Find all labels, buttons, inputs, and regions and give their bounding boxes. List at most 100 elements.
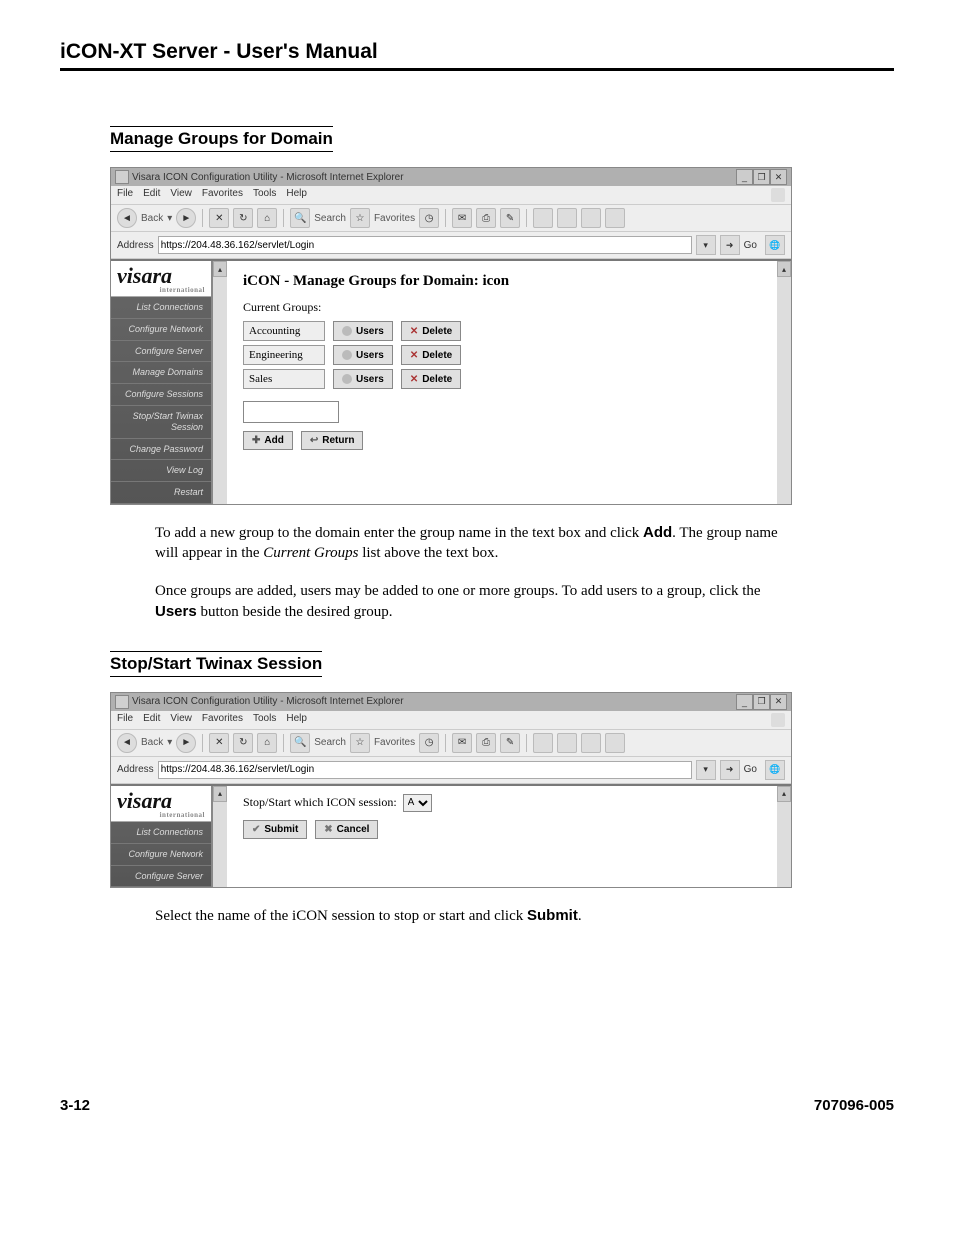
history-icon[interactable]: ◷	[419, 733, 439, 753]
links-icon[interactable]: 🌐	[765, 760, 785, 780]
delete-button[interactable]: ✕Delete	[401, 345, 461, 365]
refresh-button[interactable]: ↻	[233, 733, 253, 753]
sidebar-item-stop-start-twinax[interactable]: Stop/Start Twinax Session	[111, 406, 211, 439]
content-scrollbar[interactable]: ▴	[777, 261, 791, 504]
address-input[interactable]	[158, 761, 692, 779]
submit-button[interactable]: Submit	[243, 820, 307, 839]
add-button[interactable]: Add	[243, 431, 293, 450]
sidebar-item-configure-server[interactable]: Configure Server	[111, 341, 211, 363]
back-dropdown-icon[interactable]: ▾	[167, 737, 172, 748]
sidebar-item-restart[interactable]: Restart	[111, 482, 211, 504]
favorites-icon[interactable]: ☆	[350, 733, 370, 753]
users-button[interactable]: Users	[333, 369, 393, 389]
address-dropdown-icon[interactable]: ▾	[696, 235, 716, 255]
menu-view[interactable]: View	[170, 188, 192, 202]
go-button[interactable]: ➜	[720, 760, 740, 780]
sidebar-item-configure-sessions[interactable]: Configure Sessions	[111, 384, 211, 406]
users-button[interactable]: Users	[333, 321, 393, 341]
scroll-up-icon[interactable]: ▴	[213, 786, 227, 802]
menu-help[interactable]: Help	[286, 713, 307, 727]
session-select[interactable]: A	[403, 794, 432, 812]
return-icon	[310, 435, 318, 446]
section-title-stop-start: Stop/Start Twinax Session	[110, 651, 322, 677]
close-button[interactable]: ✕	[770, 169, 787, 185]
print-icon[interactable]: ⎙	[476, 208, 496, 228]
print-icon[interactable]: ⎙	[476, 733, 496, 753]
maximize-button[interactable]: ❐	[753, 169, 770, 185]
sidebar-scrollbar[interactable]: ▴	[213, 261, 227, 504]
sidebar-item-manage-domains[interactable]: Manage Domains	[111, 362, 211, 384]
menu-tools[interactable]: Tools	[253, 713, 276, 727]
tool-icon-3[interactable]	[581, 208, 601, 228]
window-title: Visara ICON Configuration Utility - Micr…	[132, 172, 404, 183]
menu-tools[interactable]: Tools	[253, 188, 276, 202]
content-title: iCON - Manage Groups for Domain: icon	[243, 273, 761, 290]
menu-file[interactable]: File	[117, 188, 133, 202]
menu-favorites[interactable]: Favorites	[202, 188, 243, 202]
tool-icon-4[interactable]	[605, 733, 625, 753]
go-label: Go	[744, 764, 757, 775]
forward-button[interactable]: ►	[176, 733, 196, 753]
minimize-button[interactable]: _	[736, 694, 753, 710]
return-button[interactable]: Return	[301, 431, 364, 450]
links-icon[interactable]: 🌐	[765, 235, 785, 255]
content-scrollbar[interactable]: ▴	[777, 786, 791, 887]
tool-icon-2[interactable]	[557, 733, 577, 753]
users-icon	[342, 326, 352, 336]
history-icon[interactable]: ◷	[419, 208, 439, 228]
stop-button[interactable]: ✕	[209, 733, 229, 753]
close-button[interactable]: ✕	[770, 694, 787, 710]
scroll-up-icon[interactable]: ▴	[777, 786, 791, 802]
scroll-up-icon[interactable]: ▴	[213, 261, 227, 277]
brand-logo: visara international	[111, 786, 211, 822]
stop-button[interactable]: ✕	[209, 208, 229, 228]
address-dropdown-icon[interactable]: ▾	[696, 760, 716, 780]
sidebar-item-configure-network[interactable]: Configure Network	[111, 319, 211, 341]
back-button[interactable]: ◄	[117, 733, 137, 753]
menu-view[interactable]: View	[170, 713, 192, 727]
sidebar-scrollbar[interactable]: ▴	[213, 786, 227, 887]
menu-file[interactable]: File	[117, 713, 133, 727]
favorites-icon[interactable]: ☆	[350, 208, 370, 228]
search-icon[interactable]: 🔍	[290, 733, 310, 753]
sidebar-item-view-log[interactable]: View Log	[111, 460, 211, 482]
edit-icon[interactable]: ✎	[500, 733, 520, 753]
back-dropdown-icon[interactable]: ▾	[167, 213, 172, 224]
search-icon[interactable]: 🔍	[290, 208, 310, 228]
sidebar-item-list-connections[interactable]: List Connections	[111, 297, 211, 319]
tool-icon-1[interactable]	[533, 208, 553, 228]
home-button[interactable]: ⌂	[257, 733, 277, 753]
delete-button[interactable]: ✕Delete	[401, 321, 461, 341]
delete-button[interactable]: ✕Delete	[401, 369, 461, 389]
sidebar-item-configure-server[interactable]: Configure Server	[111, 866, 211, 888]
edit-icon[interactable]: ✎	[500, 208, 520, 228]
go-button[interactable]: ➜	[720, 235, 740, 255]
tool-icon-4[interactable]	[605, 208, 625, 228]
mail-icon[interactable]: ✉	[452, 733, 472, 753]
address-input[interactable]	[158, 236, 692, 254]
forward-button[interactable]: ►	[176, 208, 196, 228]
menu-edit[interactable]: Edit	[143, 188, 160, 202]
new-group-input[interactable]	[243, 401, 339, 423]
mail-icon[interactable]: ✉	[452, 208, 472, 228]
home-button[interactable]: ⌂	[257, 208, 277, 228]
tool-icon-3[interactable]	[581, 733, 601, 753]
group-name: Sales	[243, 369, 325, 389]
document-number: 707096-005	[814, 1097, 894, 1114]
users-button[interactable]: Users	[333, 345, 393, 365]
tool-icon-2[interactable]	[557, 208, 577, 228]
scroll-up-icon[interactable]: ▴	[777, 261, 791, 277]
tool-icon-1[interactable]	[533, 733, 553, 753]
menu-help[interactable]: Help	[286, 188, 307, 202]
menu-favorites[interactable]: Favorites	[202, 713, 243, 727]
sidebar-item-configure-network[interactable]: Configure Network	[111, 844, 211, 866]
refresh-button[interactable]: ↻	[233, 208, 253, 228]
minimize-button[interactable]: _	[736, 169, 753, 185]
address-bar: Address ▾ ➜ Go 🌐	[111, 232, 791, 259]
sidebar-item-list-connections[interactable]: List Connections	[111, 822, 211, 844]
back-button[interactable]: ◄	[117, 208, 137, 228]
maximize-button[interactable]: ❐	[753, 694, 770, 710]
sidebar-item-change-password[interactable]: Change Password	[111, 439, 211, 461]
menu-edit[interactable]: Edit	[143, 713, 160, 727]
cancel-button[interactable]: Cancel	[315, 820, 378, 839]
